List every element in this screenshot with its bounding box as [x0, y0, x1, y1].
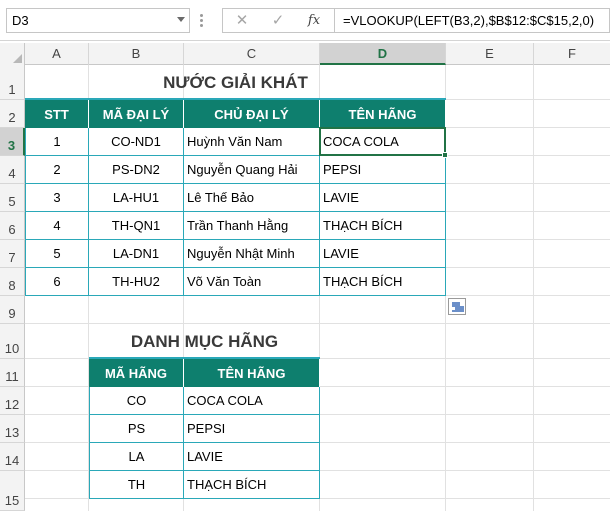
row-header-12[interactable]: 12: [0, 387, 25, 415]
table1-cell[interactable]: 6: [25, 268, 89, 296]
table1-cell[interactable]: 1: [25, 128, 89, 156]
table1-header-2: MÃ ĐẠI LÝ: [89, 100, 184, 128]
row-header-label: 12: [4, 397, 20, 412]
name-box-value: D3: [12, 13, 29, 28]
drag-handle-icon[interactable]: [200, 14, 203, 28]
column-header-c[interactable]: C: [184, 43, 320, 65]
column-header-f[interactable]: F: [534, 43, 610, 65]
table1-cell[interactable]: Trần Thanh Hằng: [184, 212, 320, 240]
table1-cell[interactable]: PS-DN2: [89, 156, 184, 184]
table1-cell[interactable]: 5: [25, 240, 89, 268]
formula-buttons: ✕ ✓ fx: [222, 8, 334, 33]
row-header-4[interactable]: 4: [0, 156, 25, 184]
row-header-2[interactable]: 2: [0, 100, 25, 128]
row-header-7[interactable]: 7: [0, 240, 25, 268]
table1-cell[interactable]: THẠCH BÍCH: [320, 268, 446, 296]
table1-cell[interactable]: 4: [25, 212, 89, 240]
row-header-label: 4: [8, 166, 16, 181]
table2-cell[interactable]: LA: [89, 443, 184, 471]
table1-cell[interactable]: Nguyễn Quang Hải: [184, 156, 320, 184]
row-header-label: 5: [8, 194, 16, 209]
enter-icon[interactable]: ✓: [267, 12, 289, 30]
paste-icon-part: [452, 310, 456, 312]
formula-input[interactable]: =VLOOKUP(LEFT(B3,2),$B$12:$C$15,2,0): [334, 8, 610, 33]
table2-header-1: MÃ HÃNG: [89, 359, 184, 387]
row-header-9[interactable]: 9: [0, 296, 25, 324]
table1-cell[interactable]: TH-QN1: [89, 212, 184, 240]
row-header-label: 3: [7, 138, 16, 153]
table2-cell[interactable]: CO: [89, 387, 184, 415]
formula-bar: D3 ✕ ✓ fx =VLOOKUP(LEFT(B3,2),$B$12:$C$1…: [0, 0, 610, 41]
row-header-label: 10: [4, 341, 20, 356]
gridline-vertical: [533, 65, 534, 511]
table1-cell[interactable]: LAVIE: [320, 184, 446, 212]
chevron-down-icon[interactable]: [177, 17, 185, 22]
cancel-icon[interactable]: ✕: [231, 12, 253, 30]
table2-cell[interactable]: PS: [89, 415, 184, 443]
table2-cell[interactable]: TH: [89, 471, 184, 499]
table1-cell[interactable]: Võ Văn Toàn: [184, 268, 320, 296]
row-header-label: 6: [8, 222, 16, 237]
table1-cell[interactable]: Huỳnh Văn Nam: [184, 128, 320, 156]
table1-cell[interactable]: Lê Thế Bảo: [184, 184, 320, 212]
row-header-label: 2: [8, 110, 16, 125]
column-header-b[interactable]: B: [89, 43, 184, 65]
fill-handle[interactable]: [442, 152, 448, 158]
row-header-8[interactable]: 8: [0, 268, 25, 296]
table1-cell[interactable]: LA-HU1: [89, 184, 184, 212]
table2-cell[interactable]: COCA COLA: [184, 387, 320, 415]
table1-cell[interactable]: PEPSI: [320, 156, 446, 184]
row-header-label: 8: [8, 278, 16, 293]
paste-icon-part: [455, 306, 464, 312]
row-header-label: 7: [8, 250, 16, 265]
table2-cell[interactable]: PEPSI: [184, 415, 320, 443]
table1-header-1: STT: [25, 100, 89, 128]
row-header-13[interactable]: 13: [0, 415, 25, 443]
row-header-10[interactable]: 10: [0, 324, 25, 359]
row-header-3[interactable]: 3: [0, 128, 25, 156]
row-header-label: 1: [8, 82, 16, 97]
row-header-11[interactable]: 11: [0, 359, 25, 387]
row-header-1[interactable]: 1: [0, 65, 25, 100]
table2-cell[interactable]: THẠCH BÍCH: [184, 471, 320, 499]
table1-header-3: CHỦ ĐẠI LÝ: [184, 100, 320, 128]
table1-cell[interactable]: TH-HU2: [89, 268, 184, 296]
column-header-a[interactable]: A: [25, 43, 89, 65]
formula-text: =VLOOKUP(LEFT(B3,2),$B$12:$C$15,2,0): [343, 13, 595, 28]
table1-cell[interactable]: 2: [25, 156, 89, 184]
table1-cell[interactable]: LAVIE: [320, 240, 446, 268]
row-header-label: 9: [8, 306, 16, 321]
row-header-5[interactable]: 5: [0, 184, 25, 212]
paste-options-icon[interactable]: [448, 298, 466, 315]
table2-header-2: TÊN HÃNG: [184, 359, 320, 387]
spreadsheet-grid[interactable]: A B C D E F 1 2 3 4 5 6 7 8 9 10 11 12 13 14 15 NƯỚC GIẢI KHÁ…: [0, 43, 610, 511]
row-header-label: 13: [4, 425, 20, 440]
table2-cell[interactable]: LAVIE: [184, 443, 320, 471]
table1-cell[interactable]: CO-ND1: [89, 128, 184, 156]
name-box[interactable]: D3: [6, 8, 190, 33]
column-header-e[interactable]: E: [446, 43, 534, 65]
insert-function-button[interactable]: fx: [303, 12, 325, 30]
row-header-14[interactable]: 14: [0, 443, 25, 471]
table1-header-4: TÊN HÃNG: [320, 100, 446, 128]
table1-cell[interactable]: 3: [25, 184, 89, 212]
row-header-6[interactable]: 6: [0, 212, 25, 240]
active-cell-border[interactable]: [319, 127, 446, 156]
row-header-15[interactable]: 15: [0, 471, 25, 511]
table2-title: DANH MỤC HÃNG: [130, 331, 279, 351]
row-header-label: 15: [4, 493, 20, 508]
table1-cell[interactable]: LA-DN1: [89, 240, 184, 268]
row-header-label: 11: [5, 369, 19, 384]
table1-cell[interactable]: THẠCH BÍCH: [320, 212, 446, 240]
table1-cell[interactable]: Nguyễn Nhật Minh: [184, 240, 320, 268]
table1-title: NƯỚC GIẢI KHÁT: [163, 72, 308, 92]
select-all-button[interactable]: [0, 43, 25, 65]
row-header-label: 14: [4, 453, 20, 468]
column-header-d[interactable]: D: [320, 43, 446, 65]
